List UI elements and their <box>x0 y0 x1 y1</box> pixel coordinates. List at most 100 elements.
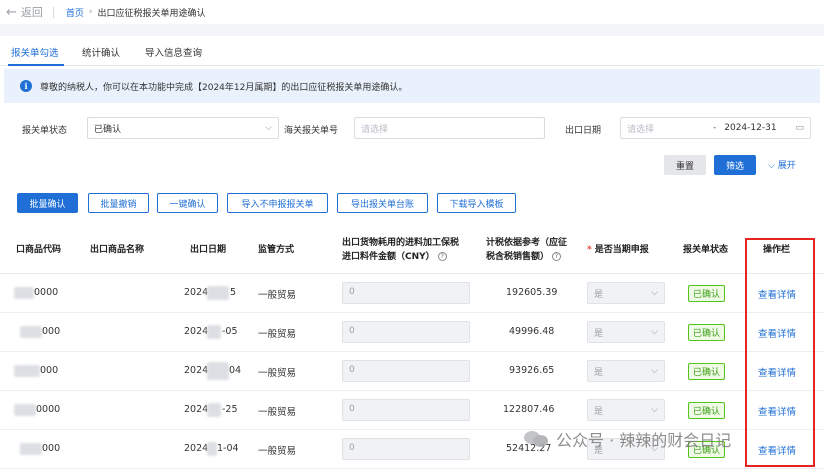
current-declare-select[interactable]: 是 ⌵ <box>587 360 665 382</box>
amount-input[interactable]: 0 <box>342 360 470 382</box>
tab-import-query[interactable]: 导入信息查询 <box>145 45 202 59</box>
cell-date: 2024 <box>184 326 209 337</box>
redacted-mask <box>14 287 34 299</box>
date-range-separator: - <box>713 123 717 133</box>
back-button[interactable]: ← 返回 <box>6 4 43 20</box>
cell-basis: 49996.48 <box>509 326 555 337</box>
export-date-range[interactable]: 请选择 - 2024-12-31 ▭ <box>620 117 811 139</box>
required-mark: * <box>587 245 592 255</box>
chevron-down-icon: ⌵ <box>265 123 272 133</box>
header-date: 出口日期 <box>190 245 227 255</box>
help-icon[interactable]: ? <box>552 252 562 261</box>
operation-column-highlight <box>745 238 815 467</box>
cell-code: 0000 <box>36 404 61 415</box>
cell-mode: 一般贸易 <box>258 329 297 340</box>
header-current-label: 是否当期申报 <box>594 245 649 255</box>
redacted-mask <box>20 443 42 455</box>
calendar-icon: ▭ <box>795 123 804 133</box>
customs-no-placeholder: 请选择 <box>361 124 389 135</box>
header-amount-line1: 出口货物耗用的进料加工保税 <box>342 238 460 248</box>
header-basis-line2: 税含税销售额） <box>486 252 550 262</box>
chevron-down-icon: ⌵ <box>651 288 658 298</box>
header-status: 报关单状态 <box>683 245 729 255</box>
header-basis: 计税依据参考（应征 税含税销售额）? <box>486 236 567 264</box>
cell-date-tail: 04 <box>229 365 242 376</box>
help-icon[interactable]: ? <box>437 252 447 261</box>
cell-date: 2024 <box>184 404 209 415</box>
redacted-mask <box>14 404 36 416</box>
back-label: 返回 <box>20 6 43 19</box>
cell-basis: 192605.39 <box>506 287 558 298</box>
import-not-declared-button[interactable]: 导入不申报报关单 <box>227 193 328 213</box>
redacted-mask <box>207 362 229 380</box>
chevron-down-icon: ⌵ <box>651 405 658 415</box>
status-select[interactable]: 已确认 ⌵ <box>87 117 279 139</box>
date-start-placeholder: 请选择 <box>627 124 655 135</box>
wechat-icon <box>524 429 550 449</box>
table-row: 000 2024 -05 一般贸易 0 49996.48 是 ⌵ 已确认 查看详情 <box>0 313 824 352</box>
export-date-label: 出口日期 <box>565 126 602 136</box>
watermark: 公众号 · 辣辣的财会日记 <box>524 427 731 451</box>
export-ledger-button[interactable]: 导出报关单台账 <box>337 193 428 213</box>
table-header: 口商品代码 出口商品名称 出口日期 监管方式 出口货物耗用的进料加工保税 进口料… <box>0 226 824 274</box>
status-select-value: 已确认 <box>94 124 122 135</box>
back-arrow-icon: ← <box>6 4 17 20</box>
table-row: 0000 2024 -25 一般贸易 0 122807.46 是 ⌵ 已确认 查看… <box>0 391 824 430</box>
banner-text: 尊敬的纳税人，你可以在本功能中完成【2024年12月属期】的出口应征税报关单用途… <box>40 82 408 93</box>
amount-input[interactable]: 0 <box>342 282 470 304</box>
table-row: 000 2024 04 一般贸易 0 93926.65 是 ⌵ 已确认 查看详情 <box>0 352 824 391</box>
expand-label: 展开 <box>777 161 796 171</box>
current-declare-select[interactable]: 是 ⌵ <box>587 321 665 343</box>
header-basis-line1: 计税依据参考（应征 <box>486 238 568 248</box>
status-badge: 已确认 <box>688 363 726 380</box>
info-banner: i 尊敬的纳税人，你可以在本功能中完成【2024年12月属期】的出口应征税报关单… <box>4 69 820 103</box>
customs-no-label: 海关报关单号 <box>284 126 339 136</box>
select-value: 是 <box>594 290 604 300</box>
customs-no-input[interactable]: 请选择 <box>354 117 545 139</box>
expand-toggle[interactable]: ⌵ 展开 <box>768 158 796 171</box>
current-declare-select[interactable]: 是 ⌵ <box>587 282 665 304</box>
header-current: * 是否当期申报 <box>587 243 649 257</box>
search-button[interactable]: 筛选 <box>714 155 756 175</box>
header-code: 口商品代码 <box>16 245 62 255</box>
download-template-button[interactable]: 下载导入模板 <box>437 193 516 213</box>
select-value: 是 <box>594 329 604 339</box>
status-label: 报关单状态 <box>22 126 68 136</box>
cell-mode: 一般贸易 <box>258 407 297 418</box>
current-declare-select[interactable]: 是 ⌵ <box>587 399 665 421</box>
tab-statistics-confirm[interactable]: 统计确认 <box>82 45 120 59</box>
amount-input[interactable]: 0 <box>342 321 470 343</box>
batch-confirm-button[interactable]: 批量确认 <box>17 193 78 213</box>
cell-code: 0000 <box>34 287 59 298</box>
chevron-down-icon: ⌵ <box>651 327 658 337</box>
cell-date-tail: -25 <box>222 404 238 415</box>
cell-date-tail: 5 <box>230 287 237 298</box>
cell-basis: 93926.65 <box>509 365 555 376</box>
watermark-text: 公众号 · 辣辣的财会日记 <box>556 431 732 450</box>
reset-button[interactable]: 重置 <box>664 155 706 175</box>
tab-declaration-select[interactable]: 报关单勾选 <box>11 45 59 59</box>
chevron-down-icon: ⌵ <box>768 161 778 171</box>
header-mode: 监管方式 <box>258 245 295 255</box>
redacted-mask <box>207 325 221 339</box>
cell-date: 2024 <box>184 443 209 454</box>
status-badge: 已确认 <box>688 285 726 302</box>
cell-date: 2024 <box>184 287 209 298</box>
redacted-mask <box>14 365 40 377</box>
top-bar: ← 返回 首页 › 出口应征税报关单用途确认 <box>0 0 824 24</box>
cell-mode: 一般贸易 <box>258 446 297 457</box>
amount-input[interactable]: 0 <box>342 438 470 460</box>
amount-input[interactable]: 0 <box>342 399 470 421</box>
status-badge: 已确认 <box>688 402 726 419</box>
tab-bar: 报关单勾选 统计确认 导入信息查询 <box>0 36 824 66</box>
breadcrumb-home[interactable]: 首页 <box>66 6 84 19</box>
cell-code: 000 <box>42 326 61 337</box>
cell-date-tail: 1-04 <box>217 443 239 454</box>
batch-revoke-button[interactable]: 批量撤销 <box>88 193 149 213</box>
divider <box>52 6 54 18</box>
redacted-mask <box>207 286 229 300</box>
cell-mode: 一般贸易 <box>258 368 297 379</box>
header-name: 出口商品名称 <box>90 245 145 255</box>
cell-basis: 122807.46 <box>503 404 555 415</box>
one-click-confirm-button[interactable]: 一键确认 <box>157 193 218 213</box>
